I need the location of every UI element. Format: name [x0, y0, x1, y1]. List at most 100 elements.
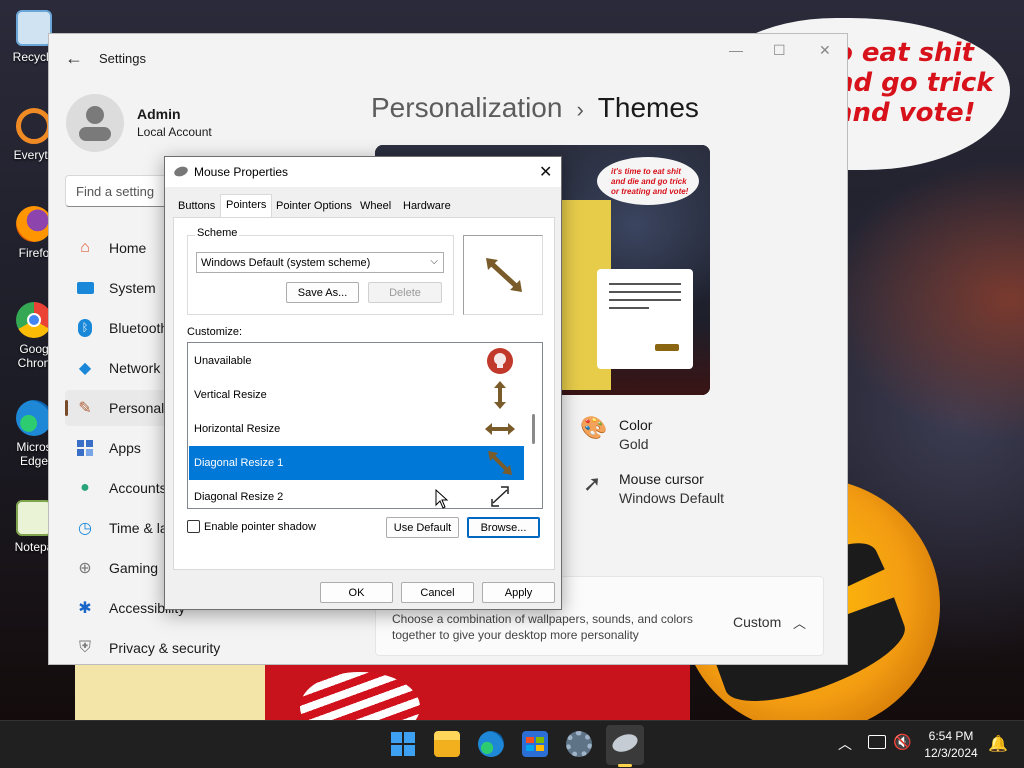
checkbox[interactable]	[187, 520, 200, 533]
close-icon[interactable]: ✕	[819, 42, 831, 59]
close-icon[interactable]: ✕	[539, 162, 552, 182]
notification-bell-icon[interactable]: 🔔	[988, 734, 1008, 754]
settings-titlebar[interactable]: ← Settings — ☐ ✕	[49, 34, 847, 82]
minimize-icon[interactable]: —	[729, 42, 743, 58]
color-label[interactable]: Color	[619, 417, 652, 433]
breadcrumb-parent[interactable]: Personalization	[371, 92, 562, 123]
file-explorer-icon[interactable]	[434, 731, 460, 757]
avatar[interactable]	[66, 94, 124, 152]
page-title: Themes	[597, 92, 699, 123]
list-item[interactable]: Horizontal Resize	[189, 412, 524, 446]
scrollbar-thumb[interactable]	[532, 414, 535, 444]
recycle-bin-icon	[16, 10, 52, 46]
breadcrumb-separator: ›	[576, 97, 584, 122]
list-item[interactable]: Vertical Resize	[189, 378, 524, 412]
preview-speech-bubble: it's time to eat shit and die and go tri…	[597, 157, 699, 205]
save-as-button[interactable]: Save As...	[286, 282, 359, 303]
mouse-cursor-icon: ➚	[583, 471, 602, 496]
chevron-up-icon[interactable]: ︿	[793, 613, 806, 632]
network-icon[interactable]	[868, 735, 886, 749]
themes-description: Choose a combination of wallpapers, soun…	[392, 612, 693, 642]
edge-icon[interactable]	[478, 731, 504, 757]
palette-icon: 🎨	[580, 415, 608, 440]
scheme-label: Scheme	[195, 227, 240, 239]
wallpaper-bubble-text: o eat shit nd go trick and vote!	[835, 38, 994, 128]
chevron-up-icon[interactable]: ︿	[838, 734, 852, 754]
clock-time[interactable]: 6:54 PM	[921, 729, 981, 743]
sidebar-item-label: Accounts	[109, 480, 167, 496]
sidebar-item-label: Gaming	[109, 560, 159, 576]
accounts-icon: ●	[80, 479, 90, 496]
browse-button[interactable]: Browse...	[467, 517, 540, 538]
mouse-pointer-icon	[435, 489, 449, 509]
firefox-icon	[16, 206, 52, 242]
scheme-group: Scheme Windows Default (system scheme) ⌵…	[187, 227, 454, 315]
maximize-icon[interactable]: ☐	[773, 42, 786, 59]
preview-window	[597, 269, 693, 369]
list-item[interactable]: Diagonal Resize 2	[189, 480, 524, 508]
pointer-shadow-checkbox[interactable]: Enable pointer shadow	[187, 520, 316, 533]
network-icon: ◆	[78, 360, 92, 377]
sidebar-item-label: Network	[109, 360, 161, 376]
mouse-icon	[172, 164, 190, 179]
sidebar-item-privacy-security[interactable]: ⛨ Privacy & security	[65, 630, 305, 664]
color-value: Gold	[619, 436, 649, 452]
sidebar-item-label: Home	[109, 240, 147, 256]
settings-title: Settings	[99, 51, 146, 66]
mouse-cursor-label[interactable]: Mouse cursor	[619, 471, 704, 487]
back-arrow-icon[interactable]: ←	[65, 48, 83, 69]
sidebar-item-label: System	[109, 280, 156, 296]
tab-wheel[interactable]: Wheel	[355, 197, 396, 217]
start-icon[interactable]	[390, 731, 416, 757]
dialog-titlebar[interactable]: Mouse Properties ✕	[165, 157, 561, 187]
sidebar-item-label: Apps	[109, 440, 141, 456]
ok-button[interactable]: OK	[320, 582, 393, 603]
list-item[interactable]: Unavailable	[189, 344, 524, 378]
google-chrome-icon	[16, 302, 52, 338]
tab-pointers[interactable]: Pointers	[220, 194, 273, 218]
cursor-list[interactable]: Unavailable Vertical Resize Horizontal R…	[187, 342, 543, 509]
vertical-resize-cursor-icon	[494, 381, 506, 409]
breadcrumb: Personalization › Themes	[371, 92, 699, 124]
unavailable-cursor-icon	[487, 348, 513, 374]
use-default-button[interactable]: Use Default	[386, 517, 459, 538]
delete-button[interactable]: Delete	[368, 282, 442, 303]
tab-hardware[interactable]: Hardware	[398, 197, 456, 217]
accessibility-icon: ✱	[78, 600, 92, 617]
home-icon: ⌂	[80, 239, 90, 256]
cursor-row-label: Diagonal Resize 2	[194, 491, 284, 503]
mouse-properties-dialog: Mouse Properties ✕ Buttons Pointers Poin…	[164, 156, 562, 610]
microsoft-edge-icon	[16, 400, 52, 436]
apps-icon	[75, 438, 95, 458]
taskbar: ︿ 🔇 6:54 PM 12/3/2024 🔔	[0, 720, 1024, 768]
list-item-selected[interactable]: Diagonal Resize 1	[189, 446, 524, 480]
clock-date[interactable]: 12/3/2024	[921, 746, 981, 760]
tab-buttons[interactable]: Buttons	[173, 197, 220, 217]
apply-button[interactable]: Apply	[482, 582, 555, 603]
cursor-row-label: Diagonal Resize 1	[194, 457, 284, 469]
list-scrollbar[interactable]	[525, 344, 542, 507]
bluetooth-icon: ᛒ	[75, 318, 95, 338]
cursor-row-label: Vertical Resize	[194, 389, 267, 401]
cancel-button[interactable]: Cancel	[401, 582, 474, 603]
notepad-icon	[16, 500, 52, 536]
scheme-dropdown[interactable]: Windows Default (system scheme) ⌵	[196, 252, 444, 273]
store-icon[interactable]	[522, 731, 548, 757]
personalization-icon: ✎	[78, 400, 92, 417]
diagonal-resize-1-cursor-icon	[488, 451, 512, 475]
wallpaper-figure	[75, 664, 270, 720]
tab-pointer-options[interactable]: Pointer Options	[271, 197, 357, 217]
horizontal-resize-cursor-icon	[485, 423, 515, 435]
gaming-icon: ⊕	[78, 560, 92, 577]
vote-sticker	[300, 672, 420, 720]
dialog-title: Mouse Properties	[194, 165, 289, 179]
everything-search-icon	[16, 108, 52, 144]
pointer-shadow-label: Enable pointer shadow	[204, 520, 316, 533]
profile-name: Admin	[137, 106, 181, 122]
diagonal-resize-preview-icon	[486, 258, 522, 292]
chevron-down-icon: ⌵	[430, 256, 438, 267]
settings-icon[interactable]	[566, 731, 592, 757]
cursor-row-label: Horizontal Resize	[194, 423, 281, 435]
volume-muted-icon[interactable]: 🔇	[893, 733, 912, 751]
current-theme-value: Custom	[733, 614, 782, 630]
